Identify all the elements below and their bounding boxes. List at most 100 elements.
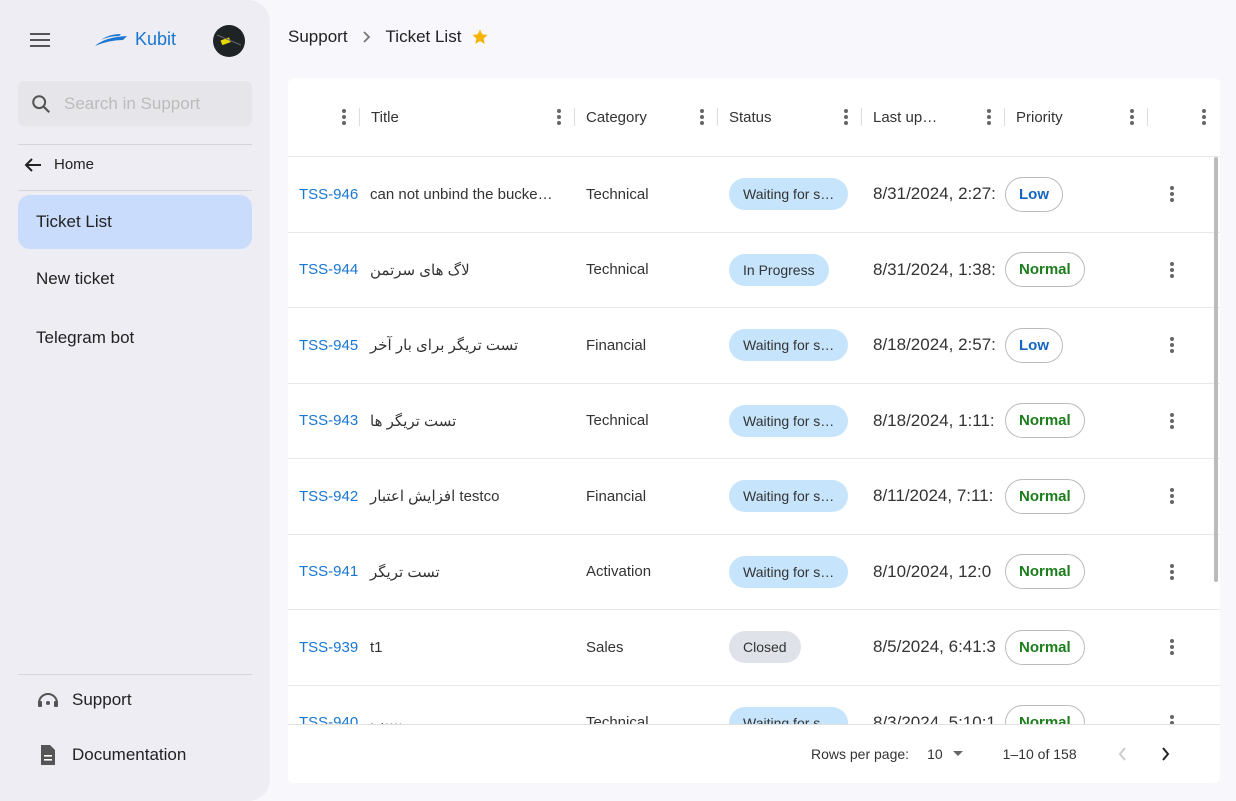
- sidebar-item-support[interactable]: Support: [36, 689, 132, 711]
- home-link[interactable]: Home: [24, 156, 94, 173]
- column-menu-icon[interactable]: [1202, 107, 1206, 127]
- breadcrumb: Support Ticket List: [288, 27, 489, 47]
- avatar[interactable]: [213, 25, 245, 57]
- ticket-title: تست تریگر ها: [370, 412, 457, 430]
- scrollbar[interactable]: [1214, 157, 1218, 582]
- ticket-category: Technical: [586, 261, 649, 279]
- sidebar-item-ticket-list[interactable]: Ticket List: [18, 195, 252, 249]
- menu-icon[interactable]: [28, 30, 52, 50]
- row-actions-icon[interactable]: [1170, 260, 1174, 280]
- status-badge: Waiting for s…: [729, 555, 849, 588]
- ticket-category: Financial: [586, 487, 647, 505]
- column-menu-icon[interactable]: [987, 107, 991, 127]
- last-updated: 8/18/2024, 1:11:: [873, 410, 995, 430]
- table-row[interactable]: TSS-943 تست تریگر ها Technical Waiting f…: [288, 384, 1220, 459]
- column-header[interactable]: Status: [718, 78, 862, 156]
- row-actions-icon[interactable]: [1170, 562, 1174, 582]
- last-updated: 8/31/2024, 1:38:: [873, 259, 996, 279]
- table-row[interactable]: TSS-942 افزایش اعتبار testco Financial W…: [288, 459, 1220, 535]
- chevron-right-icon: [362, 31, 370, 43]
- sidebar-item-label: New ticket: [36, 269, 115, 288]
- ticket-title: افزایش اعتبار testco: [370, 488, 500, 506]
- ticket-table: Title Category Status Last up… Priority TSS-…: [288, 78, 1220, 783]
- status-badge: Waiting for s…: [729, 329, 849, 362]
- column-header[interactable]: Last up…: [862, 78, 1005, 156]
- column-title: Last up…: [873, 108, 938, 126]
- column-header[interactable]: [1148, 78, 1220, 156]
- divider: [18, 190, 252, 191]
- row-actions-icon[interactable]: [1170, 335, 1174, 355]
- sidebar-item-telegram-bot[interactable]: Telegram bot: [18, 311, 252, 365]
- ticket-id-link[interactable]: TSS-944: [299, 261, 358, 278]
- column-header[interactable]: Title: [360, 78, 575, 156]
- table-header: Title Category Status Last up… Priority: [288, 78, 1220, 157]
- priority-badge: Low: [1005, 327, 1063, 363]
- arrow-back-icon: [24, 157, 41, 172]
- rows-per-page-value: 10: [927, 746, 943, 762]
- ticket-title: تست تریگر برای بار آخر: [370, 337, 519, 355]
- ticket-id-link[interactable]: TSS-946: [299, 186, 358, 203]
- rows-per-page-select[interactable]: 10: [927, 746, 963, 762]
- logo[interactable]: Kubit: [95, 29, 176, 50]
- divider: [18, 144, 252, 145]
- column-header[interactable]: [288, 78, 360, 156]
- sidebar-item-documentation[interactable]: Documentation: [36, 743, 186, 767]
- home-label: Home: [54, 156, 95, 173]
- ticket-id-link[interactable]: TSS-945: [299, 337, 358, 354]
- table-row[interactable]: TSS-941 تست تریگر Activation Waiting for…: [288, 535, 1220, 610]
- documentation-label: Documentation: [72, 745, 187, 764]
- row-actions-icon[interactable]: [1170, 637, 1174, 657]
- last-updated: 8/18/2024, 2:57:: [873, 335, 996, 355]
- search-icon: [32, 94, 51, 113]
- table-row[interactable]: TSS-945 تست تریگر برای بار آخر Financial…: [288, 308, 1220, 384]
- breadcrumb-current: Ticket List: [385, 27, 462, 46]
- status-badge: Waiting for s…: [729, 480, 849, 513]
- table-row[interactable]: TSS-944 لاگ های سرتمن Technical In Progr…: [288, 233, 1220, 308]
- column-menu-icon[interactable]: [1130, 107, 1134, 127]
- column-title: Category: [586, 108, 647, 126]
- ticket-id-link[interactable]: TSS-943: [299, 412, 358, 429]
- search-input[interactable]: [64, 93, 244, 114]
- column-header[interactable]: Category: [575, 78, 718, 156]
- caret-down-icon: [952, 751, 963, 756]
- column-menu-icon[interactable]: [844, 107, 848, 127]
- divider: [18, 674, 252, 675]
- row-actions-icon[interactable]: [1170, 411, 1174, 431]
- column-header[interactable]: Priority: [1005, 78, 1148, 156]
- row-actions-icon[interactable]: [1170, 184, 1174, 204]
- last-updated: 8/31/2024, 2:27:: [873, 184, 996, 204]
- last-updated: 8/5/2024, 6:41:3: [873, 637, 996, 657]
- priority-badge: Normal: [1005, 554, 1085, 590]
- next-page-button[interactable]: [1159, 746, 1171, 762]
- search-field[interactable]: [18, 81, 252, 126]
- sidebar-item-label: Ticket List: [36, 212, 112, 231]
- ticket-category: Technical: [586, 412, 649, 430]
- table-row[interactable]: TSS-939 t1 Sales Closed 8/5/2024, 6:41:3…: [288, 610, 1220, 686]
- ticket-category: Activation: [586, 563, 652, 581]
- column-menu-icon[interactable]: [700, 107, 704, 127]
- ticket-title: can not unbind the bucke…: [370, 185, 553, 203]
- column-title: Title: [371, 108, 399, 126]
- column-title: Priority: [1016, 108, 1063, 126]
- table-row[interactable]: TSS-946 can not unbind the bucke… Techni…: [288, 157, 1220, 233]
- priority-badge: Normal: [1005, 629, 1085, 665]
- ticket-id-link[interactable]: TSS-941: [299, 563, 358, 580]
- column-menu-icon[interactable]: [342, 107, 346, 127]
- column-menu-icon[interactable]: [557, 107, 561, 127]
- row-actions-icon[interactable]: [1170, 486, 1174, 506]
- ticket-id-link[interactable]: TSS-939: [299, 639, 358, 656]
- priority-badge: Normal: [1005, 252, 1085, 288]
- status-badge: Closed: [729, 631, 801, 664]
- ticket-category: Sales: [586, 638, 624, 656]
- ticket-category: Technical: [586, 185, 649, 203]
- breadcrumb-parent[interactable]: Support: [288, 27, 348, 47]
- rows-per-page-label: Rows per page:: [811, 746, 910, 762]
- column-title: Status: [729, 108, 772, 126]
- star-icon[interactable]: [471, 28, 489, 46]
- ticket-title: لاگ های سرتمن: [370, 261, 470, 279]
- prev-page-button[interactable]: [1117, 746, 1129, 762]
- sidebar-item-new-ticket[interactable]: New ticket: [18, 252, 252, 306]
- ticket-id-link[interactable]: TSS-942: [299, 488, 358, 505]
- sidebar: Kubit Home Ticket List New ticket Telegr…: [0, 0, 270, 801]
- pagination-range: 1–10 of 158: [1002, 746, 1077, 762]
